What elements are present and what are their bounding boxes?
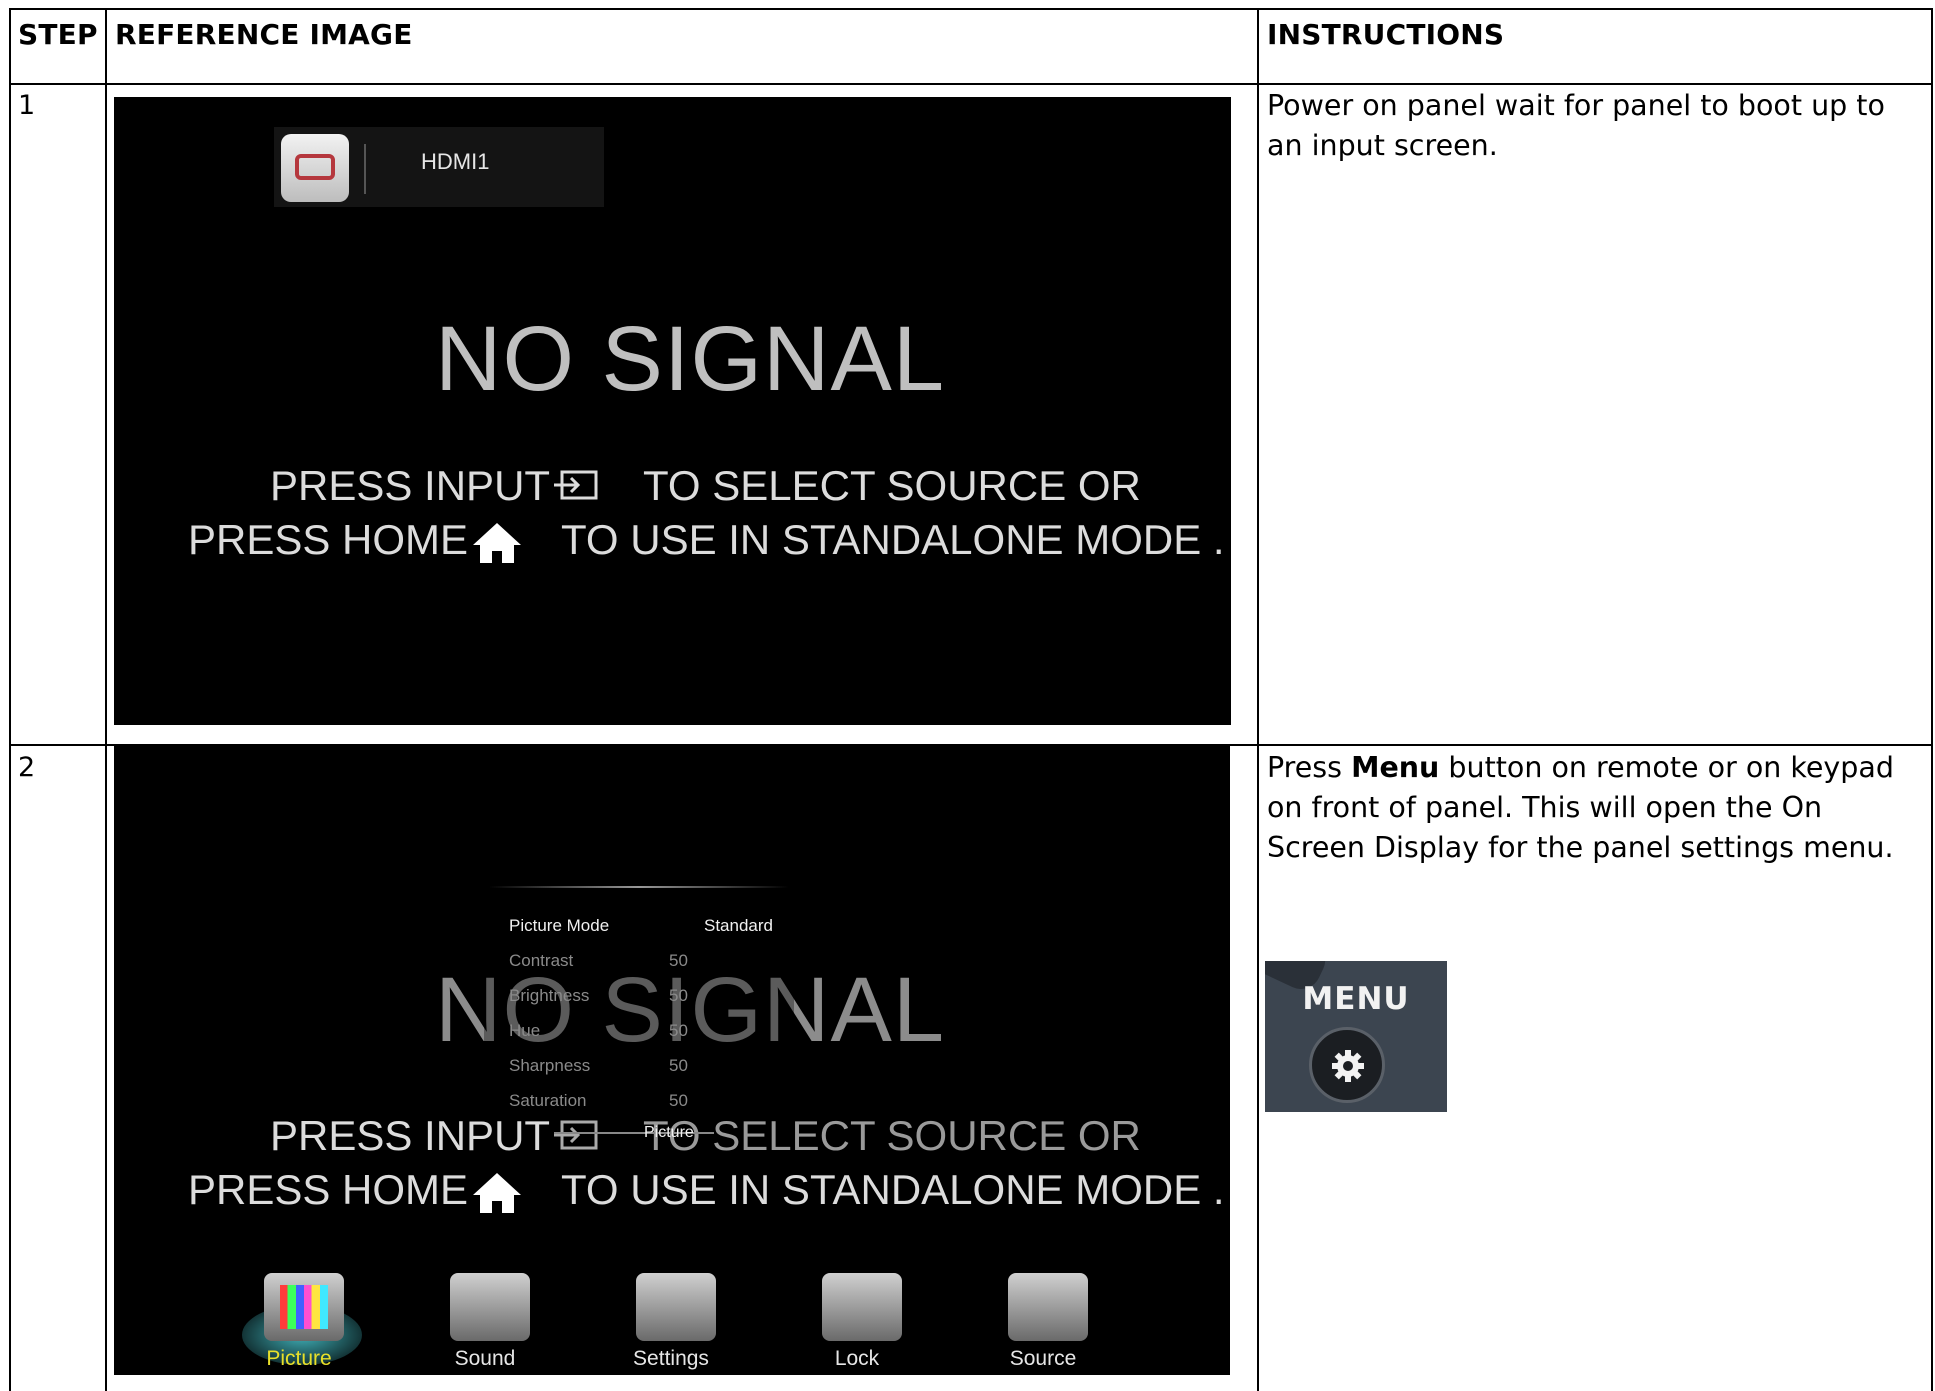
- press-home-text: PRESS HOME: [188, 516, 469, 563]
- home-icon: [473, 1173, 521, 1213]
- tab-lock[interactable]: Lock: [782, 1265, 932, 1375]
- tab-picture[interactable]: Picture: [224, 1265, 374, 1375]
- tab-source[interactable]: Source: [968, 1265, 1118, 1375]
- table-border-right: [1931, 8, 1933, 1391]
- table-header-divider: [9, 83, 1933, 85]
- standalone-mode-text: TO USE IN STANDALONE MODE .: [561, 516, 1225, 563]
- press-home-text: PRESS HOME: [188, 1166, 469, 1213]
- step-number: 1: [18, 90, 36, 121]
- osd-row-label[interactable]: Saturation: [509, 1091, 587, 1111]
- osd-row-value: 50: [669, 1056, 688, 1075]
- tab-label: Picture: [266, 1347, 332, 1370]
- reference-screen-no-signal: HDMI1 NO SIGNAL PRESS INPUT TO SELECT SO…: [114, 97, 1231, 725]
- banner-divider: [364, 144, 366, 194]
- osd-tab-bar: Picture Sound Settings Lock Source: [114, 1265, 1230, 1375]
- osd-row-label[interactable]: Brightness: [509, 986, 589, 1006]
- speaker-icon: [450, 1273, 530, 1341]
- menu-photo-caption: MENU: [1302, 981, 1410, 1017]
- press-input-text: PRESS INPUT: [270, 1112, 551, 1159]
- header-instructions: INSTRUCTIONS: [1267, 18, 1505, 51]
- tab-label: Sound: [454, 1347, 516, 1370]
- hdmi-cable-icon: [1008, 1273, 1088, 1341]
- gear-icon: [1332, 1050, 1364, 1082]
- menu-button-photo: MENU: [1265, 961, 1447, 1112]
- lock-icon: [822, 1273, 902, 1341]
- osd-top-divider: [489, 886, 789, 888]
- header-reference-image: REFERENCE IMAGE: [115, 18, 413, 51]
- press-input-text: PRESS INPUT: [270, 462, 551, 509]
- tab-label: Source: [1009, 1347, 1077, 1370]
- table-border-top: [9, 8, 1933, 10]
- menu-keyword: Menu: [1351, 751, 1440, 784]
- hdmi-icon: [281, 134, 349, 202]
- osd-row-label[interactable]: Picture Mode: [509, 916, 609, 936]
- select-source-text: TO SELECT SOURCE OR: [643, 1112, 1141, 1159]
- osd-caption: Picture: [644, 1124, 694, 1141]
- osd-row-label[interactable]: Hue: [509, 1021, 540, 1041]
- tab-sound[interactable]: Sound: [410, 1265, 560, 1375]
- osd-row-label[interactable]: Sharpness: [509, 1056, 590, 1076]
- standalone-mode-text: TO USE IN STANDALONE MODE .: [561, 1166, 1225, 1213]
- instruction-text: Press Menu button on remote or on keypad…: [1267, 748, 1927, 868]
- input-icon: [554, 1120, 598, 1150]
- source-label: HDMI1: [421, 149, 490, 174]
- table-col-divider-2: [1257, 8, 1259, 1391]
- select-source-text: TO SELECT SOURCE OR: [643, 462, 1141, 509]
- tab-label: Lock: [834, 1347, 880, 1370]
- input-icon: [554, 470, 598, 500]
- osd-row-label[interactable]: Contrast: [509, 951, 573, 971]
- tab-settings[interactable]: Settings: [596, 1265, 746, 1375]
- osd-row-value: 50: [669, 951, 688, 970]
- step-number: 2: [18, 752, 36, 783]
- instruction-text-pre: Press: [1267, 751, 1352, 784]
- osd-row-value: 50: [669, 986, 688, 1005]
- osd-row-value: Standard: [704, 916, 773, 935]
- tab-label: Settings: [633, 1347, 709, 1370]
- picture-icon: [264, 1273, 344, 1341]
- header-step: STEP: [18, 18, 98, 51]
- table-col-divider-1: [105, 8, 107, 1391]
- instruction-text: Power on panel wait for panel to boot up…: [1267, 89, 1885, 162]
- table-border-left: [9, 8, 11, 1391]
- home-icon: [473, 523, 521, 563]
- gears-icon: [636, 1273, 716, 1341]
- no-signal-text: NO SIGNAL: [435, 308, 946, 410]
- reference-screen-menu: NO SIGNAL Picture Mode Standard Contrast…: [114, 746, 1230, 1375]
- osd-row-value: 50: [669, 1091, 688, 1110]
- osd-row-value: 50: [669, 1021, 688, 1040]
